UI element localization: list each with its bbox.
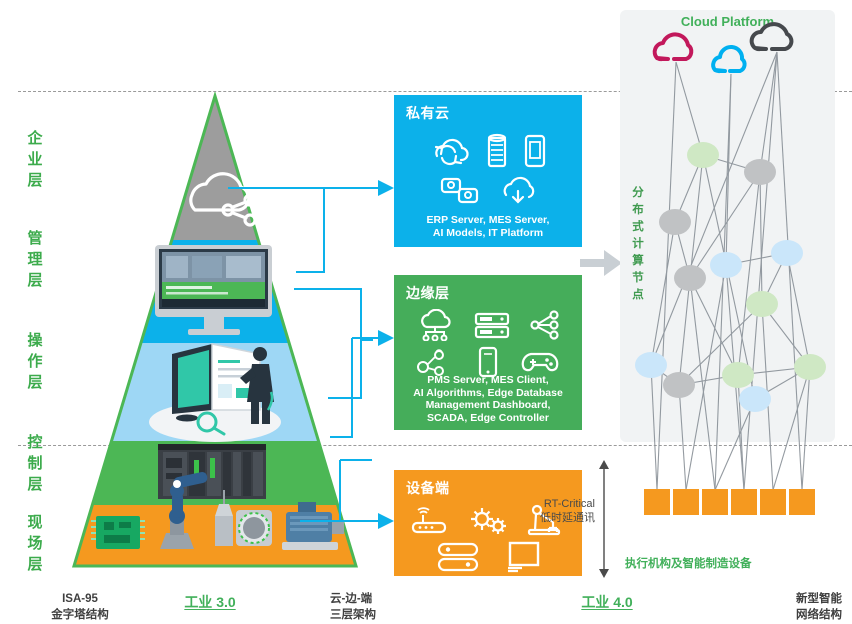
node-gray [674, 265, 706, 291]
distributed-nodes-label: 分 布 式 计 算 节 点 [628, 185, 648, 304]
rt-critical-en: RT-Critical [543, 498, 595, 510]
node-green [746, 291, 778, 317]
device-node-3 [702, 489, 728, 515]
dn-6: 节 [632, 272, 644, 284]
isa95-caption-line2: 金字塔结构 [51, 609, 109, 621]
dn-2: 布 [632, 204, 644, 216]
dn-3: 式 [632, 221, 644, 233]
node-blue [635, 352, 667, 378]
cloud-edge-line2: 三层架构 [330, 609, 376, 621]
dn-5: 算 [632, 255, 644, 267]
node-blue [771, 240, 803, 266]
node-gray [744, 159, 776, 185]
device-node-5 [760, 489, 786, 515]
isa95-caption-line1: ISA-95 [62, 593, 98, 605]
cloud-edge-caption: 云-边-端 三层架构 [330, 591, 440, 623]
network-caption-line2: 网络结构 [796, 609, 842, 621]
cloud-crimson-icon [652, 32, 694, 62]
device-node-6 [789, 489, 815, 515]
industry40-caption: 工业 4.0 [527, 592, 687, 612]
node-green [722, 362, 754, 388]
network-nodes [635, 142, 826, 412]
network-graph [635, 22, 826, 515]
dn-4: 计 [632, 238, 644, 250]
industry40-text: 工业 4.0 [581, 594, 633, 610]
industry30-caption: 工业 3.0 [130, 592, 290, 612]
device-node-1 [644, 489, 670, 515]
network-caption: 新型智能 网络结构 [712, 591, 842, 623]
device-node-4 [731, 489, 757, 515]
network-caption-line1: 新型智能 [796, 593, 842, 605]
node-blue [739, 386, 771, 412]
cloud-cyan-icon [711, 44, 747, 74]
cloud-edge-line1: 云-边-端 [330, 593, 373, 605]
cloud-dark-icon [749, 22, 794, 52]
isa95-caption: ISA-95 金字塔结构 [10, 591, 150, 623]
node-blue [710, 252, 742, 278]
dn-7: 点 [632, 289, 644, 301]
node-gray [663, 372, 695, 398]
device-node-2 [673, 489, 699, 515]
dn-1: 分 [632, 187, 644, 199]
rt-critical-label: RT-Critical 低时延通讯 [500, 497, 595, 525]
rt-critical-cn: 低时延通讯 [540, 512, 595, 524]
actuator-label: 执行机构及智能制造设备 [625, 558, 752, 570]
industry30-text: 工业 3.0 [184, 594, 236, 610]
node-gray [659, 209, 691, 235]
node-green [687, 142, 719, 168]
device-nodes [644, 489, 815, 515]
node-green [794, 354, 826, 380]
